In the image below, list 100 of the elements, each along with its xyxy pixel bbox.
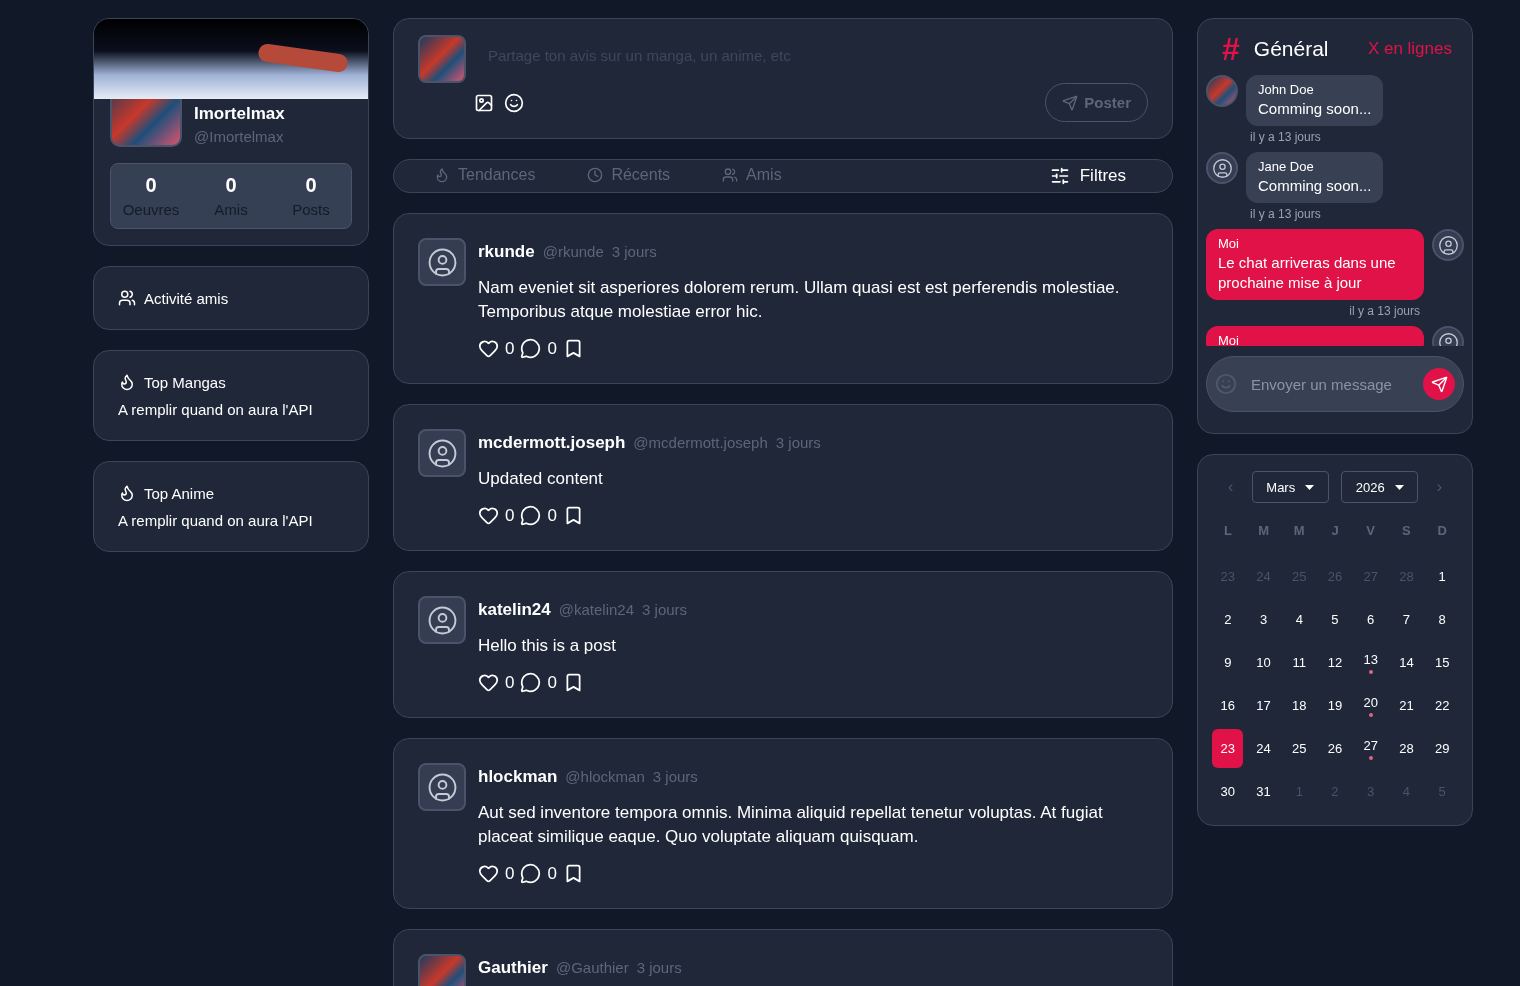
message-author: John Doe xyxy=(1258,82,1315,97)
user-icon xyxy=(426,604,458,636)
user-icon xyxy=(426,771,458,803)
message-input[interactable]: Envoyer un message xyxy=(1249,374,1411,394)
flame-icon xyxy=(118,484,136,502)
event-dot-icon xyxy=(1368,712,1373,717)
post-time: 3 jours xyxy=(775,434,821,451)
like-count: 0 xyxy=(505,863,515,884)
like-count: 0 xyxy=(505,505,515,526)
post-time: 3 jours xyxy=(642,601,688,618)
calendar-day[interactable]: 19 xyxy=(1319,686,1351,725)
calendar-day[interactable]: 22 xyxy=(1426,686,1458,725)
calendar-day[interactable]: 30 xyxy=(1212,772,1244,811)
message-text: Comming soon... xyxy=(1258,99,1372,119)
calendar-day[interactable]: 17 xyxy=(1248,686,1280,725)
send-button[interactable] xyxy=(1423,368,1455,400)
calendar-day[interactable]: 28 xyxy=(1390,729,1422,768)
calendar-day[interactable]: 3 xyxy=(1248,600,1280,639)
post-handle: @mcdermott.joseph xyxy=(633,434,768,451)
message-time: il y a 13 jours xyxy=(1249,207,1322,221)
post-author: katelin24 xyxy=(478,600,551,620)
stat-value: 0 xyxy=(145,174,157,197)
post-author: Gauthier xyxy=(478,958,548,978)
calendar-day[interactable]: 27 xyxy=(1355,729,1387,768)
calendar-day[interactable]: 16 xyxy=(1212,686,1244,725)
flame-icon xyxy=(434,167,450,183)
sliders-icon xyxy=(1049,166,1070,186)
comment-icon[interactable] xyxy=(520,672,542,693)
comment-icon[interactable] xyxy=(520,338,542,359)
calendar-day[interactable]: 24 xyxy=(1248,729,1280,768)
calendar-day[interactable]: 11 xyxy=(1283,643,1315,682)
post-text: Updated content xyxy=(478,468,604,490)
calendar-day[interactable]: 26 xyxy=(1319,729,1351,768)
calendar-day[interactable]: 15 xyxy=(1426,643,1458,682)
heart-icon[interactable] xyxy=(478,863,499,884)
card-title: Activité amis xyxy=(144,289,229,307)
post-time: 3 jours xyxy=(611,243,657,260)
users-icon xyxy=(722,167,739,183)
calendar-day[interactable]: 20 xyxy=(1355,686,1387,725)
post-handle: @Gauthier xyxy=(555,959,629,976)
message-author: Moi xyxy=(1218,333,1240,346)
caret-icon xyxy=(1305,484,1315,490)
filters-button[interactable]: Filtres xyxy=(1043,165,1132,187)
comment-count: 0 xyxy=(547,505,557,526)
calendar-day[interactable]: 23 xyxy=(1212,729,1244,768)
comment-icon[interactable] xyxy=(520,505,542,526)
event-dot-icon xyxy=(1368,755,1373,760)
calendar-day[interactable]: 13 xyxy=(1355,643,1387,682)
heart-icon[interactable] xyxy=(478,338,499,359)
like-count: 0 xyxy=(505,672,515,693)
post-handle: @rkunde xyxy=(542,243,604,260)
stat-value: 0 xyxy=(225,174,237,197)
comment-count: 0 xyxy=(547,338,557,359)
stat-value: 0 xyxy=(305,174,317,197)
post-author: rkunde xyxy=(478,242,535,262)
weekday-label: D xyxy=(1437,523,1447,540)
year-select[interactable]: 2026 xyxy=(1341,471,1419,503)
weekday-label: L xyxy=(1223,523,1232,540)
calendar-day[interactable]: 7 xyxy=(1390,600,1422,639)
calendar-day[interactable]: 18 xyxy=(1283,686,1315,725)
calendar-day[interactable]: 6 xyxy=(1355,600,1387,639)
message-text: Comming soon... xyxy=(1258,176,1372,196)
image-icon[interactable] xyxy=(474,92,494,113)
calendar-day[interactable]: 25 xyxy=(1283,729,1315,768)
calendar-day[interactable]: 9 xyxy=(1212,643,1244,682)
post-handle: @hlockman xyxy=(565,768,645,785)
message-author: Jane Doe xyxy=(1258,159,1315,174)
users-icon xyxy=(118,289,136,307)
avatar-image xyxy=(1206,75,1238,107)
card-title: Top Anime xyxy=(144,484,215,502)
calendar-day[interactable]: 4 xyxy=(1283,600,1315,639)
calendar-day[interactable]: 14 xyxy=(1390,643,1422,682)
heart-icon[interactable] xyxy=(478,672,499,693)
calendar-day[interactable]: 1 xyxy=(1426,557,1458,596)
weekday-label: V xyxy=(1366,523,1376,540)
send-icon xyxy=(1430,375,1448,393)
month-select[interactable]: Mars xyxy=(1251,471,1329,503)
comment-count: 0 xyxy=(547,863,557,884)
weekday-label: M xyxy=(1258,523,1269,540)
calendar-day[interactable]: 12 xyxy=(1319,643,1351,682)
user-icon xyxy=(426,437,458,469)
like-count: 0 xyxy=(505,338,515,359)
calendar-day[interactable]: 21 xyxy=(1390,686,1422,725)
calendar-day[interactable]: 5 xyxy=(1319,600,1351,639)
calendar-day[interactable]: 31 xyxy=(1248,772,1280,811)
clock-icon xyxy=(587,167,604,183)
card-text: A remplir quand on aura l'API xyxy=(118,401,314,418)
calendar-day[interactable]: 2 xyxy=(1212,600,1244,639)
comment-icon[interactable] xyxy=(520,863,542,884)
friends-activity-card[interactable]: Activité amis xyxy=(93,266,369,330)
message-time: il y a 13 jours xyxy=(1348,304,1421,318)
message-text: Le chat arriveras dans une prochaine mise à jour xyxy=(1218,253,1397,293)
calendar-day[interactable]: 10 xyxy=(1248,643,1280,682)
user-icon xyxy=(1437,331,1459,346)
post-text: Hello this is a post xyxy=(478,635,617,657)
heart-icon[interactable] xyxy=(478,505,499,526)
calendar-day[interactable]: 29 xyxy=(1426,729,1458,768)
calendar-day[interactable]: 8 xyxy=(1426,600,1458,639)
card-text: A remplir quand on aura l'API xyxy=(118,512,314,529)
post-author: mcdermott.joseph xyxy=(478,433,626,453)
